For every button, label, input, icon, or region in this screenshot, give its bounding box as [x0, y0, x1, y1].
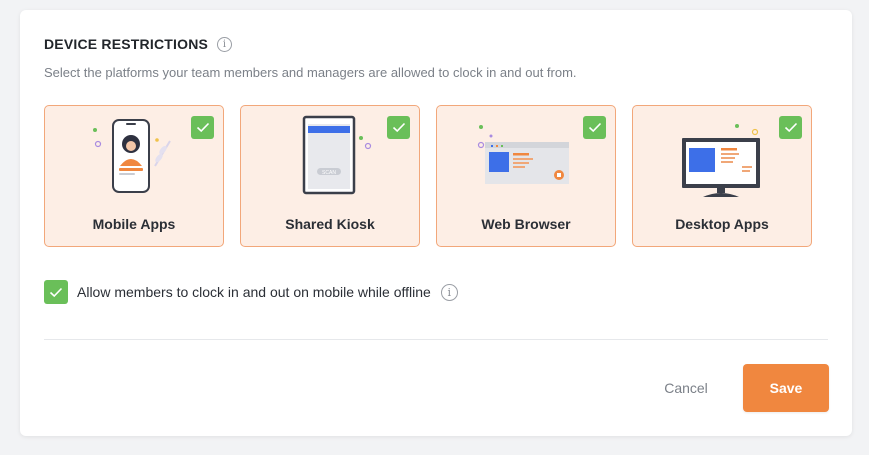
info-icon[interactable]: i [217, 36, 233, 52]
info-icon[interactable]: i [440, 283, 458, 301]
platform-card-mobile-apps[interactable]: Mobile Apps [44, 105, 224, 247]
save-button[interactable]: Save [743, 364, 829, 412]
divider [44, 339, 828, 340]
offline-label: Allow members to clock in and out on mob… [77, 284, 431, 300]
platform-label: Shared Kiosk [285, 216, 375, 232]
device-restrictions-panel: DEVICE RESTRICTIONS i Select the platfor… [20, 10, 852, 436]
checkmark-icon [588, 122, 601, 133]
checkmark-icon [49, 287, 63, 297]
platform-card-desktop-apps[interactable]: Desktop Apps [632, 105, 812, 247]
platform-card-shared-kiosk[interactable]: SCAN Shared Kiosk [240, 105, 420, 247]
section-title-text: DEVICE RESTRICTIONS [44, 36, 209, 52]
platform-card-web-browser[interactable]: Web Browser [436, 105, 616, 247]
checkmark-icon [196, 122, 209, 133]
checkmark-icon [392, 122, 405, 133]
offline-option: Allow members to clock in and out on mob… [44, 280, 458, 304]
platform-cards: Mobile Apps SCAN Shared Kiosk Web Browse… [44, 105, 812, 247]
platform-label: Mobile Apps [92, 216, 176, 232]
checkbox-web-browser[interactable] [583, 116, 606, 139]
section-subtitle: Select the platforms your team members a… [44, 65, 577, 80]
platform-label: Web Browser [481, 216, 571, 232]
section-title: DEVICE RESTRICTIONS i [44, 36, 233, 52]
checkbox-desktop-apps[interactable] [779, 116, 802, 139]
platform-label: Desktop Apps [675, 216, 769, 232]
checkbox-mobile-apps[interactable] [191, 116, 214, 139]
cancel-button[interactable]: Cancel [648, 364, 724, 412]
checkmark-icon [784, 122, 797, 133]
kiosk-scan-text: SCAN [322, 170, 336, 176]
offline-checkbox[interactable] [44, 280, 68, 304]
checkbox-shared-kiosk[interactable] [387, 116, 410, 139]
